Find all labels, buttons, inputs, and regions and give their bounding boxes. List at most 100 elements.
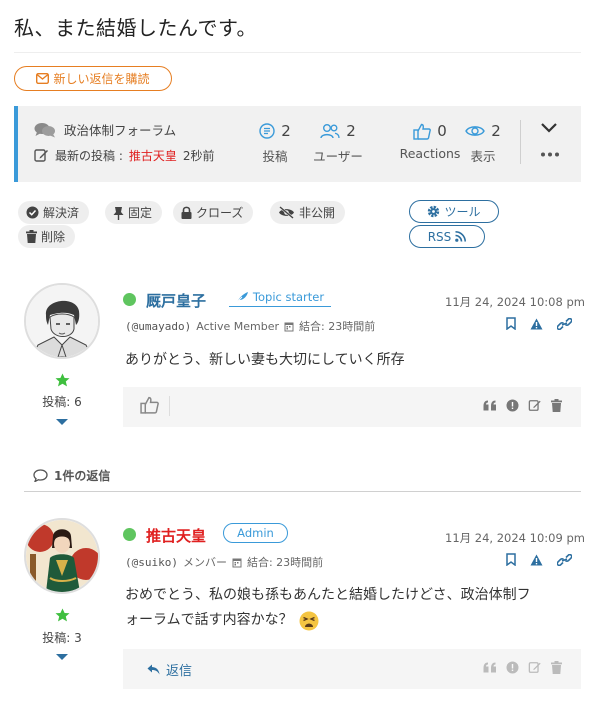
post-date: 11月 24, 2024 10:09 pm: [445, 531, 585, 545]
divider: [520, 120, 521, 164]
star-icon: [55, 608, 70, 622]
delete-label: 削除: [41, 230, 66, 244]
tools-label: ツール: [444, 205, 481, 219]
star-icon: [55, 373, 70, 387]
edit-icon[interactable]: [528, 399, 542, 412]
lock-icon: [181, 206, 192, 219]
replies-header: 1件の返信: [33, 467, 110, 484]
avatar[interactable]: [24, 518, 100, 594]
link-icon[interactable]: [557, 553, 572, 566]
stat-views-label: 表示: [470, 149, 496, 164]
comments-icon: [34, 122, 56, 138]
reply-button[interactable]: 返信: [147, 660, 192, 679]
weary-face-emoji-icon: [299, 611, 319, 631]
post-content: おめでとう、私の娘も孫もあんたと結婚したけどさ、政治体制フ ォーラムで話す内容か…: [125, 583, 585, 633]
rss-button[interactable]: RSS: [409, 225, 485, 248]
bookmark-icon[interactable]: [506, 317, 516, 330]
gear-icon: [427, 205, 440, 218]
edit-icon[interactable]: [528, 661, 542, 674]
solved-label: 解決済: [43, 206, 80, 220]
eye-slash-icon: [278, 206, 295, 219]
stat-views: 2 表示: [463, 120, 503, 165]
online-status-icon: [123, 528, 136, 541]
divider: [14, 52, 581, 53]
bookmark-icon[interactable]: [506, 553, 516, 566]
close-label: クローズ: [196, 206, 244, 220]
forum-link[interactable]: 政治体制フォーラム: [34, 120, 176, 139]
topic-title: 私、また結婚したんです。: [14, 16, 257, 40]
user-handle: (@umayado): [125, 319, 192, 333]
comment-icon: [33, 469, 48, 482]
user-post-count: 投稿: 6: [42, 395, 82, 409]
stat-users: 2 ユーザー: [308, 120, 368, 165]
report-icon[interactable]: [506, 399, 519, 412]
stat-users-value: 2: [346, 122, 356, 140]
feather-icon: [236, 291, 249, 303]
post-actions: [483, 661, 562, 674]
trash-icon[interactable]: [551, 399, 562, 412]
user-joined: 結合: 23時間前: [299, 320, 376, 333]
post-content-line-wrap: ォーラムで話す内容かな？: [125, 608, 585, 633]
warning-icon[interactable]: [530, 318, 543, 330]
user-meta: (@umayado) Active Member 結合: 23時間前: [125, 318, 375, 334]
thumbs-up-icon: [140, 396, 159, 414]
reply-label: 返信: [166, 664, 193, 679]
user-post-count: 投稿: 3: [42, 631, 82, 645]
quote-icon[interactable]: [483, 662, 497, 673]
caret-down-icon[interactable]: [56, 654, 68, 660]
stat-posts-value: 2: [281, 122, 291, 140]
online-status-icon: [123, 293, 136, 306]
caret-down-icon[interactable]: [56, 419, 68, 425]
private-button[interactable]: 非公開: [270, 201, 346, 224]
post-tools: [506, 317, 572, 330]
forum-name: 政治体制フォーラム: [64, 123, 177, 138]
sticky-label: 固定: [128, 206, 153, 220]
post-actions: [483, 399, 562, 412]
replies-count: 1件の返信: [54, 469, 111, 483]
stat-reactions-value: 0: [437, 122, 447, 140]
last-post-author[interactable]: 推古天皇: [129, 147, 177, 164]
post-content: ありがとう、新しい妻も大切にしていく所存: [125, 352, 405, 368]
report-icon[interactable]: [506, 661, 519, 674]
envelope-icon: [36, 73, 50, 84]
avatar[interactable]: [24, 283, 100, 359]
stat-views-value: 2: [491, 122, 501, 140]
tools-button[interactable]: ツール: [409, 200, 499, 223]
badge-label: Admin: [237, 526, 274, 540]
more-icon[interactable]: [540, 152, 560, 157]
close-button[interactable]: クローズ: [173, 201, 254, 224]
sticky-button[interactable]: 固定: [105, 201, 163, 224]
edit-icon: [34, 148, 49, 163]
last-post-label: 最新の投稿 :: [55, 149, 123, 163]
username[interactable]: 推古天皇: [146, 525, 206, 546]
username[interactable]: 厩戸皇子: [146, 290, 206, 311]
eye-icon: [465, 124, 486, 138]
trash-icon: [26, 230, 37, 243]
user-meta: (@suiko) メンバー 結合: 23時間前: [125, 554, 323, 570]
quote-icon[interactable]: [483, 400, 497, 411]
post-content-line: おめでとう、私の娘も孫もあんたと結婚したけどさ、政治体制フ: [125, 587, 531, 603]
link-icon[interactable]: [557, 317, 572, 330]
rss-label: RSS: [427, 229, 452, 244]
post-tools: [506, 553, 572, 566]
subscribe-button[interactable]: 新しい返信を購読: [14, 66, 172, 91]
calendar-icon: [232, 557, 242, 568]
last-post-info: 最新の投稿 : 推古天皇 2秒前: [34, 147, 215, 164]
delete-button[interactable]: 削除: [18, 225, 76, 248]
trash-icon[interactable]: [551, 661, 562, 674]
reply-arrow-icon: [147, 664, 160, 675]
check-circle-icon: [26, 206, 39, 219]
thumbs-up-icon: [413, 123, 432, 140]
user-role: Active Member: [196, 319, 280, 333]
like-button[interactable]: [140, 396, 159, 414]
stat-posts-label: 投稿: [262, 149, 288, 164]
admin-badge: Admin: [223, 523, 288, 543]
divider: [24, 491, 581, 492]
calendar-icon: [284, 321, 294, 332]
solved-button[interactable]: 解決済: [18, 201, 90, 224]
topic-starter-badge: Topic starter: [229, 287, 331, 307]
chevron-down-icon[interactable]: [540, 122, 558, 134]
divider: [169, 396, 170, 416]
warning-icon[interactable]: [530, 554, 543, 566]
user-role: メンバー: [182, 556, 227, 569]
